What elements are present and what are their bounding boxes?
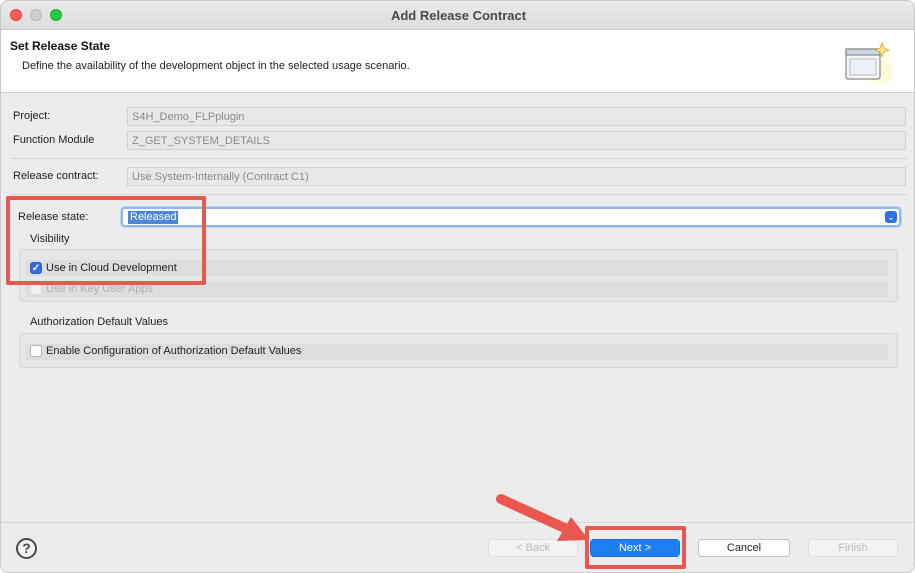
next-button[interactable]: Next >	[590, 539, 680, 557]
page-description: Define the availability of the developme…	[22, 60, 410, 72]
separator	[11, 158, 907, 159]
use-in-cloud-development-checkbox[interactable]: ✓	[30, 262, 42, 274]
help-icon[interactable]: ?	[16, 538, 37, 559]
annotation-arrow	[496, 494, 589, 541]
release-state-dropdown[interactable]: Released ⌄	[121, 207, 901, 227]
function-module-field: Z_GET_SYSTEM_DETAILS	[127, 131, 906, 150]
release-state-value: Released	[128, 211, 179, 224]
function-module-label: Function Module	[13, 134, 95, 146]
enable-authorization-defaults-checkbox[interactable]	[30, 345, 42, 357]
enable-authorization-defaults-label: Enable Configuration of Authorization De…	[46, 345, 302, 357]
visibility-row	[26, 281, 888, 297]
release-contract-label: Release contract:	[13, 170, 99, 182]
use-in-cloud-development-label: Use in Cloud Development	[46, 262, 177, 274]
wizard-window-icon	[845, 41, 892, 87]
project-label: Project:	[13, 110, 51, 122]
title-bar: Add Release Contract	[1, 1, 914, 30]
project-field: S4H_Demo_FLPplugin	[127, 107, 906, 126]
authorization-section-label: Authorization Default Values	[30, 316, 168, 328]
window-title: Add Release Contract	[390, 8, 527, 23]
use-in-key-user-apps-checkbox[interactable]	[30, 283, 42, 295]
page-title: Set Release State	[10, 39, 111, 53]
add-release-contract-dialog: Add Release Contract Set Release State D…	[0, 0, 915, 573]
chevron-down-icon[interactable]: ⌄	[885, 211, 897, 223]
finish-button[interactable]: Finish	[808, 539, 898, 557]
release-state-label: Release state:	[18, 211, 89, 223]
footer-separator	[1, 522, 914, 523]
use-in-key-user-apps-label: Use in Key User Apps	[46, 283, 153, 295]
wizard-header: Set Release State Define the availabilit…	[1, 30, 914, 93]
release-contract-field: Use System-Internally (Contract C1)	[127, 167, 906, 186]
visibility-section-label: Visibility	[30, 233, 70, 245]
separator	[11, 194, 907, 195]
cancel-button[interactable]: Cancel	[698, 539, 790, 557]
